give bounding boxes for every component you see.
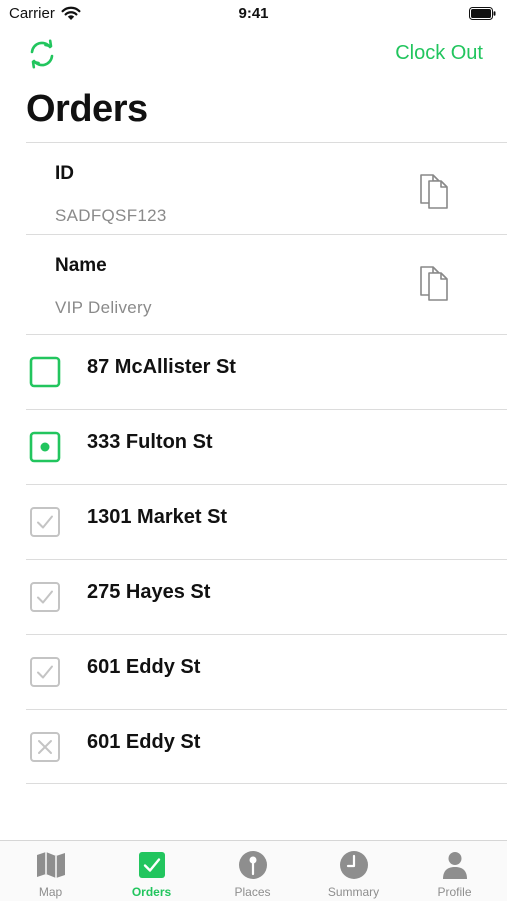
clock-icon bbox=[340, 851, 368, 879]
stop-address: 333 Fulton St bbox=[87, 431, 213, 453]
stop-address: 87 McAllister St bbox=[87, 356, 236, 378]
tab-label: Orders bbox=[131, 885, 172, 899]
completed-checkbox-icon[interactable] bbox=[29, 506, 61, 538]
copy-name-button[interactable] bbox=[416, 261, 452, 301]
copy-icon bbox=[420, 174, 448, 209]
empty-checkbox-icon[interactable] bbox=[29, 356, 61, 388]
tab-label: Profile bbox=[437, 885, 472, 899]
order-name-label: Name bbox=[55, 255, 107, 276]
clock-out-button[interactable]: Clock Out bbox=[395, 42, 483, 65]
stop-address: 275 Hayes St bbox=[87, 581, 211, 603]
person-icon bbox=[443, 852, 467, 879]
tab-label: Places bbox=[234, 885, 271, 899]
checkbox-icon bbox=[139, 852, 165, 878]
order-name-value: VIP Delivery bbox=[55, 298, 152, 317]
pin-icon bbox=[239, 851, 267, 879]
current-stop-checkbox-icon[interactable] bbox=[29, 431, 61, 463]
map-icon bbox=[37, 852, 65, 878]
completed-checkbox-icon[interactable] bbox=[29, 656, 61, 688]
tab-bar: Map Orders Places Summary Profile bbox=[0, 840, 507, 901]
stop-address: 601 Eddy St bbox=[87, 731, 201, 753]
stop-row[interactable]: 87 McAllister St bbox=[26, 334, 507, 410]
battery-icon bbox=[469, 7, 496, 20]
failed-checkbox-icon[interactable] bbox=[29, 731, 61, 763]
tab-places[interactable]: Places bbox=[202, 841, 303, 901]
stop-row[interactable]: 601 Eddy St bbox=[26, 709, 507, 785]
order-name-row: Name VIP Delivery bbox=[26, 234, 507, 335]
stop-row[interactable]: 275 Hayes St bbox=[26, 559, 507, 635]
tab-label: Summary bbox=[327, 885, 380, 899]
copy-id-button[interactable] bbox=[416, 169, 452, 209]
status-time: 9:41 bbox=[238, 5, 269, 22]
page-title: Orders bbox=[26, 88, 148, 130]
order-id-value: SADFQSF123 bbox=[55, 206, 167, 225]
tab-map[interactable]: Map bbox=[0, 841, 101, 901]
refresh-icon bbox=[30, 39, 54, 69]
list-divider bbox=[26, 783, 507, 784]
tab-label: Map bbox=[38, 885, 63, 899]
tab-summary[interactable]: Summary bbox=[303, 841, 404, 901]
stop-row[interactable]: 333 Fulton St bbox=[26, 409, 507, 485]
tab-profile[interactable]: Profile bbox=[404, 841, 505, 901]
order-id-label: ID bbox=[55, 163, 74, 184]
refresh-button[interactable] bbox=[26, 38, 58, 70]
stop-row[interactable]: 601 Eddy St bbox=[26, 634, 507, 710]
completed-checkbox-icon[interactable] bbox=[29, 581, 61, 613]
copy-icon bbox=[420, 266, 448, 301]
status-bar: Carrier 9:41 bbox=[0, 0, 507, 28]
order-id-row: ID SADFQSF123 bbox=[26, 142, 507, 243]
tab-orders[interactable]: Orders bbox=[101, 841, 202, 901]
stop-row[interactable]: 1301 Market St bbox=[26, 484, 507, 560]
stop-address: 601 Eddy St bbox=[87, 656, 201, 678]
stop-address: 1301 Market St bbox=[87, 506, 228, 528]
